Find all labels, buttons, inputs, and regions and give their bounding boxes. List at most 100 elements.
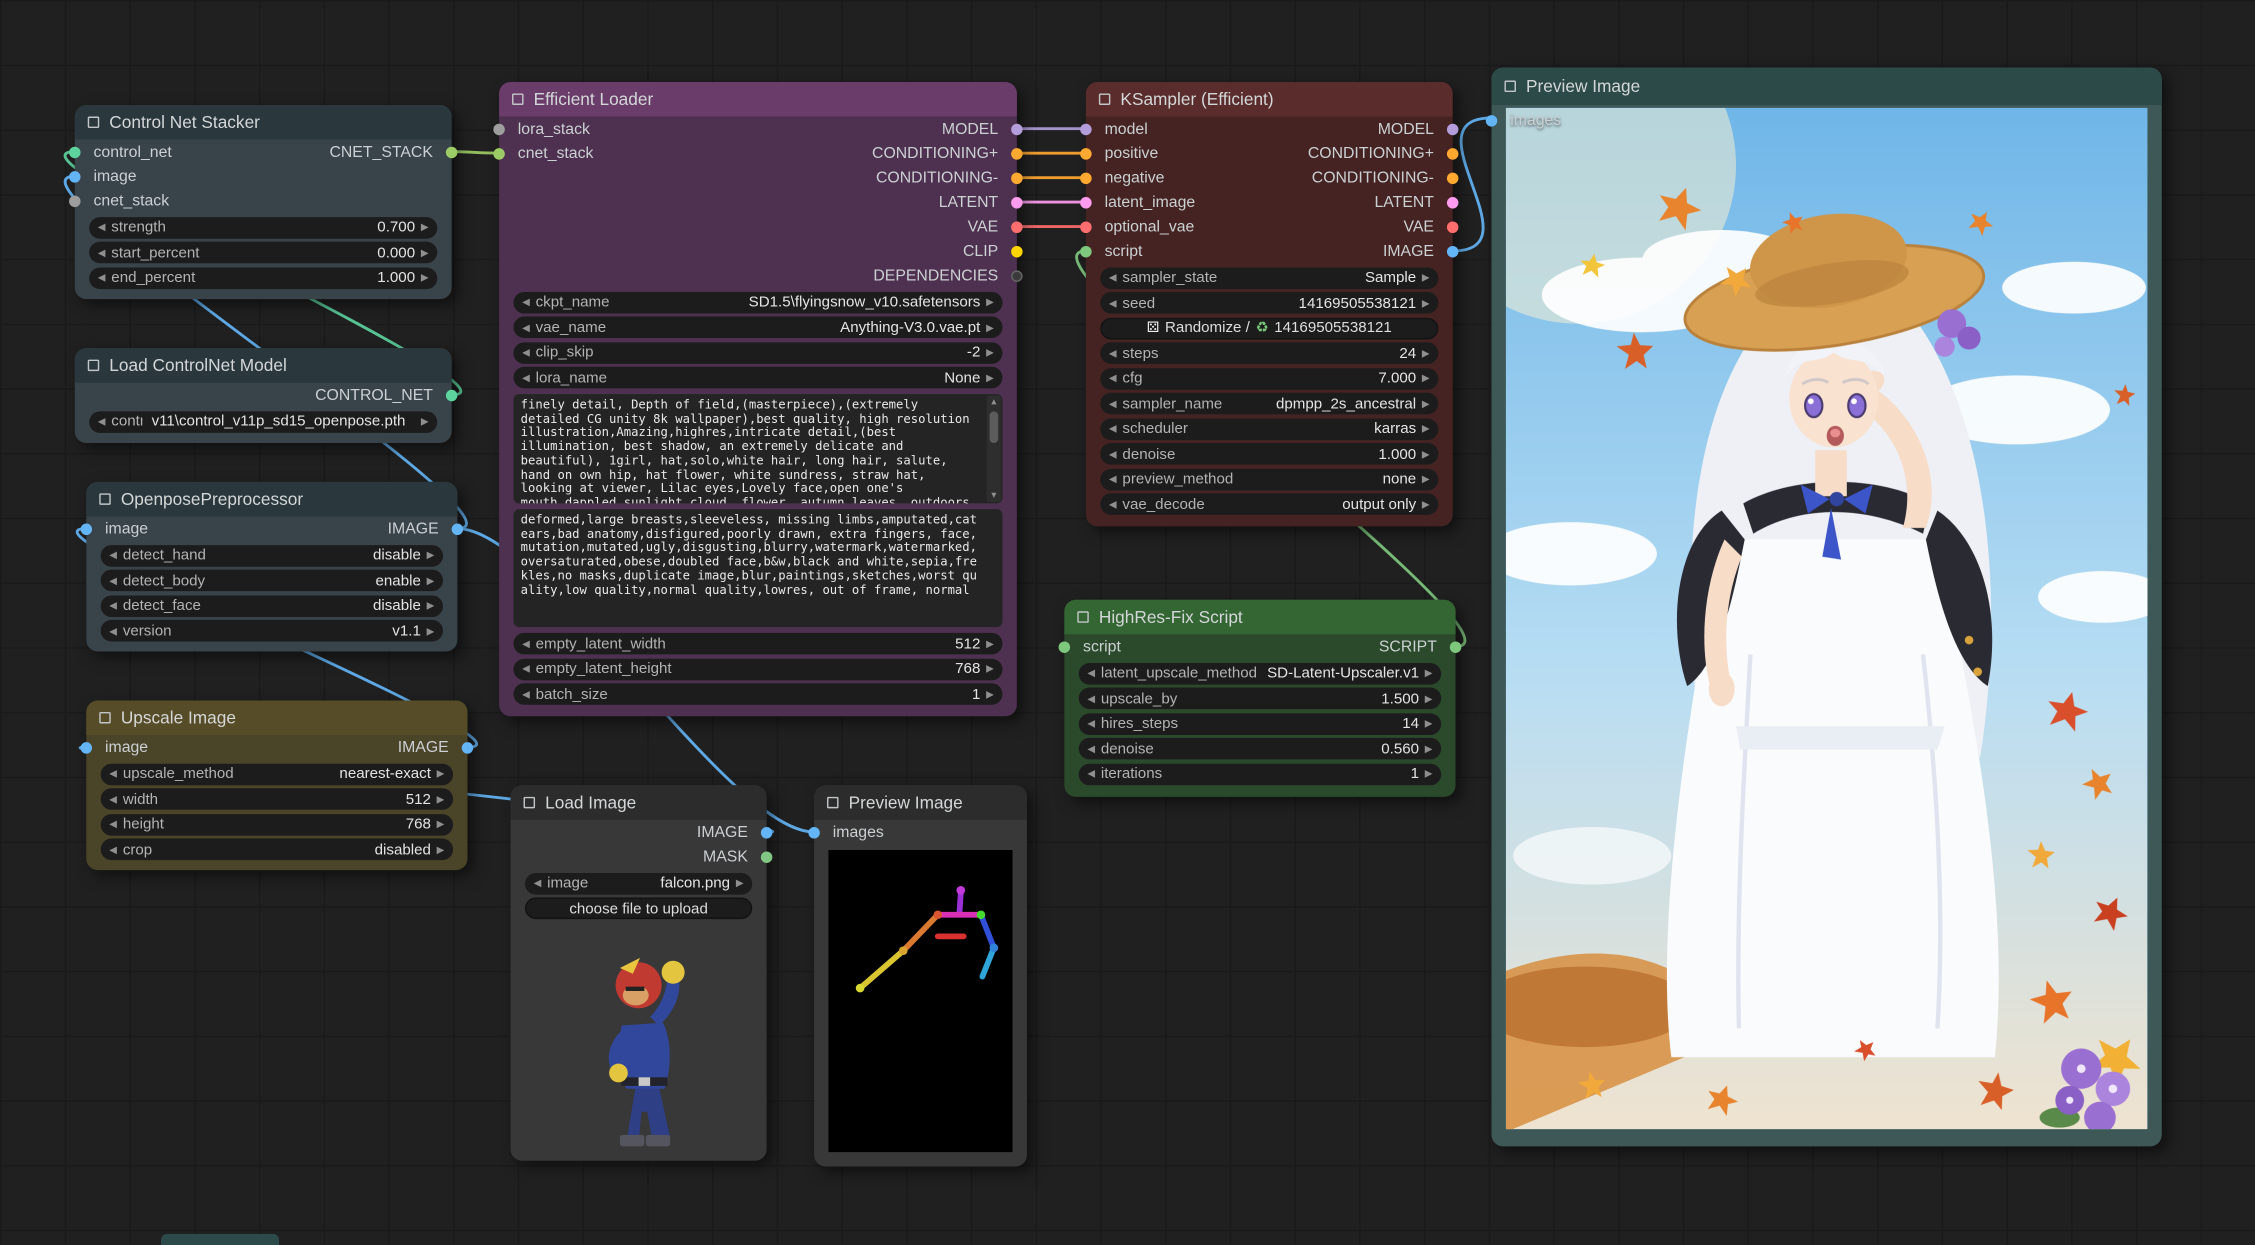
increment-arrow-icon[interactable]: ▶ [1422, 448, 1430, 460]
widget-cfg[interactable]: ◀ cfg 7.000 ▶ [1100, 367, 1438, 389]
scrollbar-thumb[interactable] [990, 411, 999, 443]
input-port-model[interactable] [1080, 123, 1092, 135]
prev-option-arrow-icon[interactable]: ◀ [109, 768, 117, 780]
increment-arrow-icon[interactable]: ▶ [1425, 768, 1433, 780]
prev-option-arrow-icon[interactable]: ◀ [109, 844, 117, 856]
decrement-arrow-icon[interactable]: ◀ [1087, 743, 1095, 755]
input-port-cnet-stack[interactable] [493, 147, 505, 159]
decrement-arrow-icon[interactable]: ◀ [522, 638, 530, 650]
collapse-icon[interactable] [88, 360, 100, 372]
widget-seed[interactable]: ◀ seed 14169505538121 ▶ [1100, 292, 1438, 314]
next-option-arrow-icon[interactable]: ▶ [437, 844, 445, 856]
increment-arrow-icon[interactable]: ▶ [421, 221, 429, 233]
next-option-arrow-icon[interactable]: ▶ [986, 321, 994, 333]
increment-arrow-icon[interactable]: ▶ [437, 818, 445, 830]
collapse-icon[interactable] [524, 797, 536, 809]
collapse-icon[interactable] [1077, 611, 1089, 623]
increment-arrow-icon[interactable]: ▶ [1422, 347, 1430, 359]
prev-option-arrow-icon[interactable]: ◀ [109, 625, 117, 637]
next-option-arrow-icon[interactable]: ▶ [427, 600, 435, 612]
node-header[interactable]: Efficient Loader [499, 82, 1017, 117]
node-header[interactable]: KSampler (Efficient) [1086, 82, 1453, 117]
increment-arrow-icon[interactable]: ▶ [1422, 297, 1430, 309]
widget-detect-body[interactable]: ◀ detect_body enable ▶ [101, 570, 443, 592]
input-port-lora-stack[interactable] [493, 123, 505, 135]
increment-arrow-icon[interactable]: ▶ [1425, 693, 1433, 705]
input-port-negative[interactable] [1080, 172, 1092, 184]
widget-iterations[interactable]: ◀ iterations 1 ▶ [1079, 763, 1441, 785]
widget-upscale-method[interactable]: ◀ upscale_method nearest-exact ▶ [101, 763, 453, 785]
widget-denoise[interactable]: ◀ denoise 1.000 ▶ [1100, 443, 1438, 465]
prev-option-arrow-icon[interactable]: ◀ [98, 416, 106, 428]
scrollbar[interactable]: ▲ ▼ [987, 396, 1001, 502]
output-port-model[interactable] [1011, 123, 1023, 135]
next-option-arrow-icon[interactable]: ▶ [986, 296, 994, 308]
input-port-image[interactable] [69, 170, 81, 182]
collapse-icon[interactable] [1099, 93, 1111, 105]
decrement-arrow-icon[interactable]: ◀ [98, 272, 106, 284]
input-port-images[interactable] [1486, 114, 1498, 126]
prev-option-arrow-icon[interactable]: ◀ [1087, 667, 1095, 679]
input-port-images[interactable] [808, 826, 820, 838]
prev-option-arrow-icon[interactable]: ◀ [1109, 272, 1117, 284]
output-port-conditioning-neg[interactable] [1447, 172, 1459, 184]
prev-option-arrow-icon[interactable]: ◀ [522, 296, 530, 308]
input-port-cnet-stack[interactable] [69, 195, 81, 207]
decrement-arrow-icon[interactable]: ◀ [98, 247, 106, 259]
output-port-control-net[interactable] [446, 389, 458, 401]
input-port-latent-image[interactable] [1080, 196, 1092, 208]
output-port-image[interactable] [452, 523, 464, 535]
decrement-arrow-icon[interactable]: ◀ [1109, 347, 1117, 359]
decrement-arrow-icon[interactable]: ◀ [522, 688, 530, 700]
increment-arrow-icon[interactable]: ▶ [986, 663, 994, 675]
link-cnetstack-to-loader[interactable] [452, 152, 499, 153]
increment-arrow-icon[interactable]: ▶ [1422, 373, 1430, 385]
next-option-arrow-icon[interactable]: ▶ [427, 549, 435, 561]
prev-option-arrow-icon[interactable]: ◀ [522, 321, 530, 333]
next-option-arrow-icon[interactable]: ▶ [1425, 667, 1433, 679]
decrement-arrow-icon[interactable]: ◀ [1109, 373, 1117, 385]
output-port-image[interactable] [462, 741, 474, 753]
widget-hires-steps[interactable]: ◀ hires_steps 14 ▶ [1079, 713, 1441, 735]
next-option-arrow-icon[interactable]: ▶ [736, 877, 744, 889]
input-port-script[interactable] [1080, 245, 1092, 257]
input-port-control-net[interactable] [69, 146, 81, 158]
negative-prompt-textarea[interactable]: deformed,large breasts,sleeveless, missi… [513, 509, 1002, 627]
decrement-arrow-icon[interactable]: ◀ [1109, 448, 1117, 460]
next-option-arrow-icon[interactable]: ▶ [421, 416, 429, 428]
decrement-arrow-icon[interactable]: ◀ [1087, 718, 1095, 730]
widget-version[interactable]: ◀ version v1.1 ▶ [101, 620, 443, 642]
increment-arrow-icon[interactable]: ▶ [437, 793, 445, 805]
output-port-cnet-stack[interactable] [446, 146, 458, 158]
decrement-arrow-icon[interactable]: ◀ [522, 347, 530, 359]
collapse-icon[interactable] [512, 93, 524, 105]
increment-arrow-icon[interactable]: ▶ [986, 347, 994, 359]
increment-arrow-icon[interactable]: ▶ [1425, 743, 1433, 755]
link-image-to-preview-large[interactable] [1453, 118, 1492, 251]
next-option-arrow-icon[interactable]: ▶ [986, 372, 994, 384]
input-port-image[interactable] [81, 741, 93, 753]
output-port-latent[interactable] [1011, 196, 1023, 208]
scroll-up-icon[interactable]: ▲ [991, 396, 996, 409]
widget-start-percent[interactable]: ◀ start_percent 0.000 ▶ [89, 242, 437, 264]
widget-clip-skip[interactable]: ◀ clip_skip -2 ▶ [513, 342, 1002, 364]
node-openpose-preprocessor[interactable]: OpenposePreprocessor image IMAGE ◀ detec… [86, 482, 457, 652]
decrement-arrow-icon[interactable]: ◀ [1087, 693, 1095, 705]
widget-vae-name[interactable]: ◀ vae_name Anything-V3.0.vae.pt ▶ [513, 316, 1002, 338]
prev-option-arrow-icon[interactable]: ◀ [109, 600, 117, 612]
decrement-arrow-icon[interactable]: ◀ [1109, 297, 1117, 309]
node-efficient-loader[interactable]: Efficient Loader lora_stack MODEL cnet_s… [499, 82, 1017, 716]
output-port-vae[interactable] [1011, 221, 1023, 233]
node-control-net-stacker[interactable]: Control Net Stacker control_net CNET_STA… [75, 105, 452, 298]
node-highres-fix-script[interactable]: HighRes-Fix Script script SCRIPT ◀ laten… [1064, 600, 1455, 796]
output-port-mask[interactable] [761, 851, 773, 863]
input-port-optional-vae[interactable] [1080, 221, 1092, 233]
collapse-icon[interactable] [1504, 81, 1516, 93]
collapse-icon[interactable] [99, 493, 111, 505]
node-header[interactable]: Preview Image [1492, 68, 2162, 105]
prev-option-arrow-icon[interactable]: ◀ [1109, 423, 1117, 435]
next-option-arrow-icon[interactable]: ▶ [1422, 423, 1430, 435]
node-upscale-image[interactable]: Upscale Image image IMAGE ◀ upscale_meth… [86, 700, 467, 870]
increment-arrow-icon[interactable]: ▶ [986, 688, 994, 700]
collapse-icon[interactable] [827, 797, 839, 809]
